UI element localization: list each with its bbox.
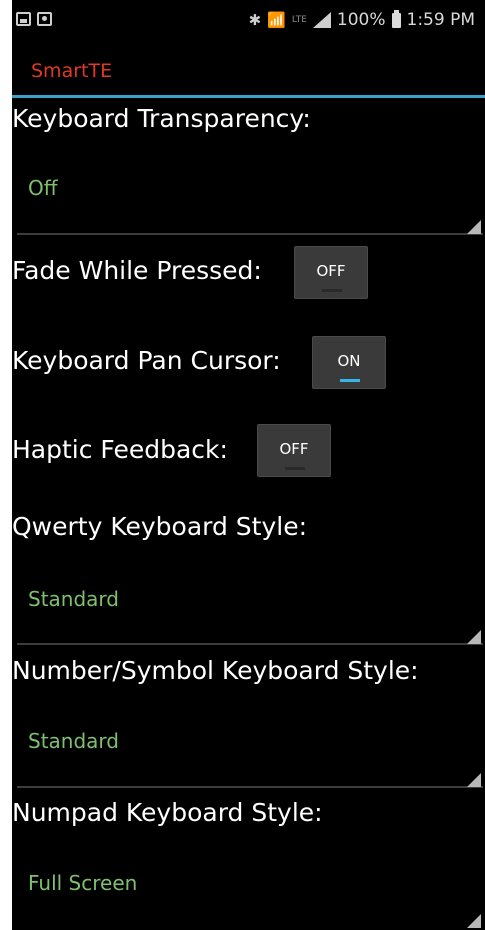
qwerty-keyboard-style-spinner[interactable]: Standard <box>28 587 119 611</box>
fade-while-pressed-label: Fade While Pressed: <box>12 256 262 285</box>
phone-screen: ✱ 📶 LTE 100% 1:59 PM SmartTE Keyboard Tr… <box>12 0 485 930</box>
photo-icon <box>37 12 52 26</box>
qwerty-keyboard-style-label: Qwerty Keyboard Style: <box>12 512 308 541</box>
lte-icon: LTE <box>291 15 307 25</box>
action-bar-divider <box>12 95 485 98</box>
haptic-feedback-label: Haptic Feedback: <box>12 435 228 464</box>
keyboard-pan-cursor-label: Keyboard Pan Cursor: <box>12 346 281 375</box>
spinner-underline <box>17 643 483 645</box>
toggle-indicator <box>322 289 342 292</box>
battery-icon <box>391 9 401 28</box>
wifi-icon: 📶 <box>267 11 286 29</box>
haptic-feedback-toggle[interactable]: OFF <box>257 424 331 477</box>
dropdown-corner-icon <box>467 630 481 644</box>
battery-percent: 100% <box>336 10 386 30</box>
keyboard-transparency-spinner[interactable]: Off <box>28 176 58 200</box>
bluetooth-icon: ✱ <box>248 11 262 29</box>
dropdown-corner-icon <box>467 773 481 787</box>
spinner-underline <box>17 233 483 235</box>
number-symbol-keyboard-style-label: Number/Symbol Keyboard Style: <box>12 656 419 685</box>
status-left-icons <box>16 12 52 26</box>
number-symbol-keyboard-style-spinner[interactable]: Standard <box>28 729 119 753</box>
image-icon <box>16 12 31 26</box>
spinner-underline <box>17 786 483 788</box>
toggle-indicator <box>285 467 305 470</box>
clock: 1:59 PM <box>406 10 476 30</box>
dropdown-corner-icon <box>467 220 481 234</box>
status-right-icons: ✱ 📶 LTE 100% 1:59 PM <box>248 9 476 30</box>
keyboard-pan-cursor-toggle[interactable]: ON <box>312 336 386 389</box>
numpad-keyboard-style-label: Numpad Keyboard Style: <box>12 798 323 827</box>
action-bar: SmartTE <box>12 40 485 98</box>
status-bar: ✱ 📶 LTE 100% 1:59 PM <box>12 0 485 40</box>
toggle-text: OFF <box>316 262 346 280</box>
signal-icon <box>312 12 331 28</box>
dropdown-corner-icon <box>467 914 481 928</box>
app-title: SmartTE <box>31 60 113 82</box>
fade-while-pressed-toggle[interactable]: OFF <box>294 246 368 299</box>
keyboard-transparency-label: Keyboard Transparency: <box>12 104 311 133</box>
numpad-keyboard-style-spinner[interactable]: Full Screen <box>28 871 137 895</box>
toggle-text: ON <box>337 352 361 370</box>
toggle-indicator <box>340 379 360 382</box>
toggle-text: OFF <box>279 440 309 458</box>
